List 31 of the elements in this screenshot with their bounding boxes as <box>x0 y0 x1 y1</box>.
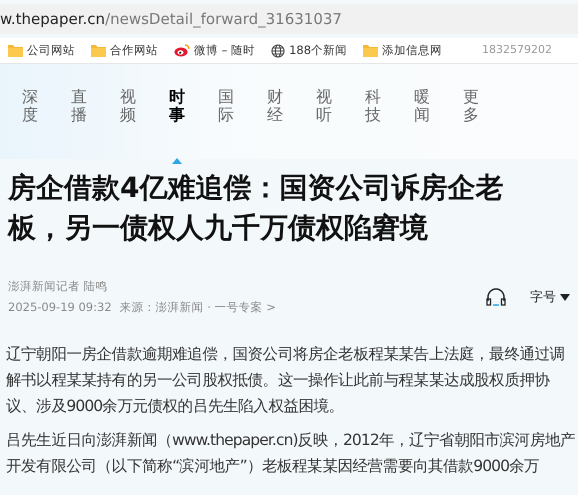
bookmark-link[interactable]: 添加信息网 <box>363 42 442 60</box>
bookmark-link[interactable]: 公司网站 <box>8 42 75 60</box>
nav-link[interactable]: 视频 <box>120 88 136 159</box>
headphones-icon[interactable] <box>486 288 506 306</box>
nav-link[interactable]: 更多 <box>463 88 479 159</box>
nav-link[interactable]: 直播 <box>71 88 87 159</box>
nav-link[interactable]: 深度 <box>22 88 38 159</box>
bookmark-link[interactable]: 微博 – 随时 <box>174 42 256 60</box>
folder-icon <box>91 44 106 57</box>
nav-link[interactable]: 科技 <box>365 88 381 159</box>
folder-icon <box>8 44 23 57</box>
nav-link[interactable]: 财经 <box>267 88 283 159</box>
address-field[interactable]: w.thepaper.cn/newsDetail_forward_31631037 <box>0 4 578 34</box>
paragraph: 辽宁朝阳一房企借款逾期难追偿，国资公司将房企老板程某某告上法庭，最终通过调解书以程某某持有的另一公司股权抵债。这一操作让此前与程某某达成股权质押协议、涉及9000余万元债权的吕先生陷入权益困境。 <box>5 344 566 416</box>
nav-link[interactable]: 视听 <box>316 88 332 159</box>
source-link[interactable]: 来源：澎湃新闻 · 一号专案 > <box>120 299 276 316</box>
bookmark-link[interactable]: 188个新闻 <box>271 42 348 60</box>
byline: 澎湃新闻记者 陆鸣 <box>8 278 109 295</box>
nav-link[interactable]: 国际 <box>218 88 234 159</box>
globe-icon <box>271 44 286 58</box>
font-size-button[interactable]: 字号 <box>530 288 570 307</box>
bookmark-text: 1832579202 <box>482 42 552 58</box>
nav-link[interactable]: 时事 <box>169 88 185 159</box>
bookmark-link[interactable]: 合作网站 <box>91 42 158 60</box>
nav-link[interactable]: 暖闻 <box>414 88 430 159</box>
article-title: 房企借款4亿难追偿：国资公司诉房企老板，另一债权人九千万债权陷窘境 <box>6 170 504 246</box>
publish-date: 2025-09-19 09:32 <box>8 299 112 316</box>
caret-icon <box>560 294 570 301</box>
folder-icon <box>363 44 378 57</box>
weibo-icon <box>174 44 190 57</box>
paragraph: 吕先生近日向澎湃新闻（www.thepaper.cn)反映，2012年，辽宁省朝阳市滨河房地产开发有限公司（以下简称“滨河地产”）老板程某某因经营需要向其借款9000余万 <box>5 430 576 476</box>
